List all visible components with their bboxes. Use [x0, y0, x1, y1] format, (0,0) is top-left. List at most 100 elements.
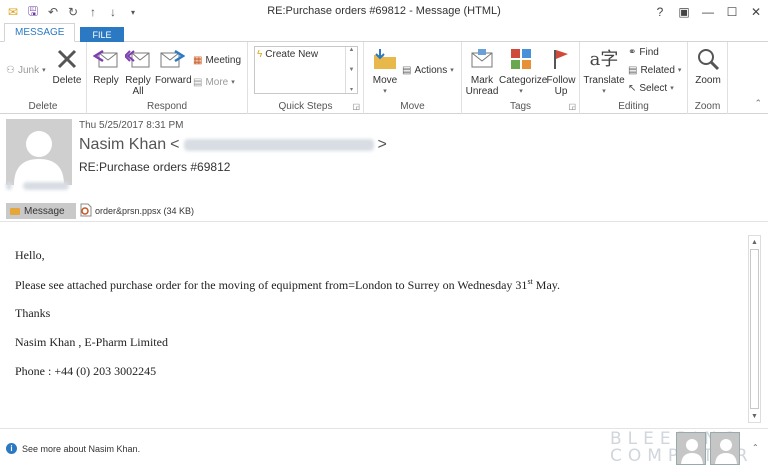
quick-steps-gallery: ϟ Create New ▲ ▼ ▾ — [254, 46, 358, 94]
body-line-main: Please see attached purchase order for t… — [15, 278, 528, 292]
minimize-button[interactable]: — — [696, 0, 720, 24]
sender-bracket-open: < — [170, 136, 180, 153]
reply-all-label-1: Reply — [125, 75, 151, 86]
subject: RE:Purchase orders #69812 — [79, 160, 231, 174]
more-respond-button[interactable]: ▤ More ▾ — [193, 74, 235, 90]
body-line-end: May. — [532, 278, 560, 292]
customize-qat-icon[interactable]: ▾ — [126, 5, 140, 19]
select-button[interactable]: ↖ Select ▾ — [628, 80, 674, 96]
message-tab[interactable]: Message — [6, 203, 76, 219]
undo-icon[interactable]: ↶ — [46, 5, 60, 19]
find-button[interactable]: ⚭ Find — [628, 44, 659, 60]
tab-message[interactable]: MESSAGE — [4, 23, 76, 42]
forward-icon — [159, 46, 185, 72]
translate-label: Translate — [583, 75, 625, 86]
info-icon: i — [6, 443, 17, 454]
delete-label: Delete — [52, 75, 82, 86]
chevron-down-icon: ▾ — [670, 85, 674, 92]
binoculars-icon: ⚭ — [628, 46, 637, 58]
zoom-group-label: Zoom — [694, 101, 721, 112]
more-label: More — [205, 76, 229, 88]
people-info-text: See more about Nasim Khan. — [22, 443, 141, 454]
maximize-button[interactable]: ☐ — [720, 0, 744, 24]
help-button[interactable]: ? — [648, 0, 672, 24]
related-icon: ▤ — [628, 64, 638, 76]
related-button[interactable]: ▤ Related ▾ — [628, 62, 681, 78]
chevron-down-icon: ▾ — [602, 88, 606, 95]
vertical-scrollbar[interactable]: ▲ ▼ — [748, 235, 761, 423]
message-header: Thu 5/25/2017 8:31 PM Nasim Khan < > RE:… — [0, 115, 768, 197]
junk-button[interactable]: ⚇ Junk ▾ — [6, 62, 46, 78]
move-label: Move — [372, 75, 398, 86]
reply-all-button[interactable]: Reply All — [123, 46, 153, 97]
dialog-launcher-icon[interactable]: ◲ — [352, 102, 360, 111]
redo-icon[interactable]: ↻ — [66, 5, 80, 19]
powerpoint-file-icon — [80, 203, 92, 219]
mail-icon: ✉ — [7, 5, 19, 19]
follow-up-button[interactable]: Follow Up — [546, 46, 576, 97]
scroll-up-icon[interactable]: ▲ — [749, 236, 760, 248]
move-button[interactable]: Move ▾ — [368, 46, 402, 97]
delete-group-label: Delete — [28, 101, 58, 112]
flag-icon — [548, 46, 574, 72]
create-new-quick-step[interactable]: ϟ Create New — [257, 49, 318, 60]
mark-unread-label-2: Unread — [465, 86, 499, 97]
save-icon[interactable]: 🖫 — [26, 4, 40, 19]
respond-group-label: Respond — [146, 101, 188, 112]
cursor-icon: ↖ — [628, 82, 637, 94]
gallery-scroll[interactable]: ▲ ▼ ▾ — [345, 47, 357, 93]
categorize-button[interactable]: Categorize ▾ — [499, 46, 547, 97]
lightning-icon: ϟ — [257, 49, 263, 60]
sender[interactable]: Nasim Khan < > — [79, 136, 387, 154]
close-button[interactable]: ✕ — [744, 0, 768, 24]
reply-button[interactable]: Reply — [91, 46, 121, 86]
reply-all-icon — [125, 46, 151, 72]
actions-button[interactable]: ▤ Actions ▾ — [402, 62, 454, 78]
collapse-ribbon-icon[interactable]: ⌃ — [754, 98, 762, 109]
signature: Nasim Khan , E-Pharm Limited — [15, 335, 168, 349]
scroll-up-icon[interactable]: ▲ — [349, 47, 355, 53]
sender-name: Nasim Khan — [79, 136, 167, 153]
scroll-thumb[interactable] — [750, 249, 759, 409]
junk-icon: ⚇ — [6, 64, 15, 76]
attachment-file[interactable]: order&prsn.ppsx (34 KB) — [80, 203, 194, 219]
tags-group: Mark Unread Categorize ▾ Follow Up Tags … — [462, 42, 580, 114]
ribbon-tabs: FILE MESSAGE — [0, 23, 768, 43]
respond-group: Reply Reply All Forward ▦ Meeting ▤ More… — [87, 42, 248, 114]
mark-unread-button[interactable]: Mark Unread — [464, 46, 500, 97]
sender-email-redacted — [183, 139, 374, 151]
scroll-down-icon[interactable]: ▼ — [749, 410, 760, 422]
create-new-label: Create New — [265, 49, 319, 60]
dialog-launcher-icon[interactable]: ◲ — [568, 102, 576, 111]
actions-label: Actions — [414, 64, 448, 76]
avatar[interactable] — [6, 119, 72, 185]
up-arrow-icon[interactable]: ↑ — [86, 5, 100, 19]
down-arrow-icon[interactable]: ↓ — [106, 5, 120, 19]
expand-people-pane-icon[interactable]: ⌃ — [752, 443, 759, 452]
people-info[interactable]: i See more about Nasim Khan. — [6, 443, 140, 454]
move-group: Move ▾ ▤ Actions ▾ Move — [364, 42, 462, 114]
forward-label: Forward — [155, 75, 192, 86]
translate-button[interactable]: a͏字 Translate ▾ — [582, 46, 626, 97]
meeting-button[interactable]: ▦ Meeting — [193, 52, 241, 68]
editing-group-label: Editing — [618, 101, 649, 112]
envelope-icon — [10, 207, 20, 215]
ribbon-display-button[interactable]: ▣ — [672, 0, 696, 24]
quick-access-toolbar: ✉ 🖫 ↶ ↻ ↑ ↓ ▾ — [0, 4, 160, 20]
person-thumbnail[interactable] — [676, 432, 706, 465]
title-bar: ✉ 🖫 ↶ ↻ ↑ ↓ ▾ RE:Purchase orders #69812 … — [0, 0, 768, 24]
delete-button[interactable]: Delete — [50, 46, 84, 86]
scroll-down-icon[interactable]: ▼ — [349, 67, 355, 73]
zoom-button[interactable]: Zoom — [691, 46, 725, 86]
expand-gallery-icon[interactable]: ▾ — [350, 86, 353, 93]
attachment-name: order&prsn.ppsx (34 KB) — [95, 206, 195, 216]
chevron-down-icon: ▾ — [450, 67, 454, 74]
sent-date: Thu 5/25/2017 8:31 PM — [79, 120, 184, 131]
person-thumbnail[interactable] — [710, 432, 740, 465]
message-tab-label: Message — [24, 205, 65, 217]
recipient-redacted — [6, 181, 70, 193]
forward-button[interactable]: Forward — [155, 46, 192, 86]
chevron-down-icon: ▾ — [231, 79, 235, 86]
categorize-icon — [508, 46, 534, 72]
tab-file[interactable]: FILE — [80, 27, 124, 43]
